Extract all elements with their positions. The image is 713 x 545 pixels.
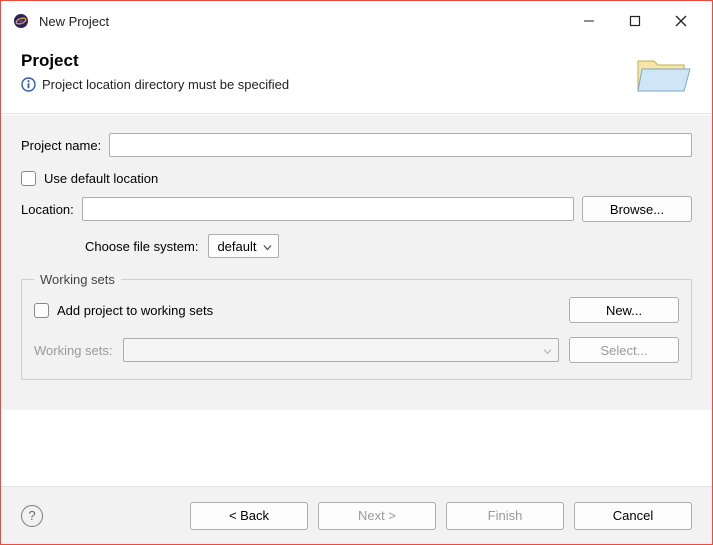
back-button[interactable]: < Back [190,502,308,530]
close-button[interactable] [658,6,704,36]
info-icon [21,77,36,92]
working-sets-label: Working sets: [34,343,113,358]
add-to-working-sets-label: Add project to working sets [57,303,213,318]
browse-button[interactable]: Browse... [582,196,692,222]
help-button[interactable]: ? [21,505,43,527]
project-name-label: Project name: [21,138,101,153]
new-working-set-button[interactable]: New... [569,297,679,323]
choose-fs-select[interactable]: default [208,234,279,258]
banner: Project Project location directory must … [1,41,712,114]
use-default-location-label: Use default location [44,171,158,186]
banner-message: Project location directory must be speci… [42,77,289,92]
window-title: New Project [39,14,109,29]
next-button: Next > [318,502,436,530]
working-sets-group: Working sets Add project to working sets… [21,272,692,380]
maximize-button[interactable] [612,6,658,36]
location-input[interactable] [82,197,574,221]
location-label: Location: [21,202,74,217]
content-area: Project name: Use default location Locat… [1,114,712,410]
finish-button: Finish [446,502,564,530]
cancel-button[interactable]: Cancel [574,502,692,530]
eclipse-icon [13,13,29,29]
choose-fs-value: default [217,239,256,254]
question-icon: ? [28,508,35,523]
working-sets-select [123,338,559,362]
use-default-location-checkbox[interactable] [21,171,36,186]
chevron-down-icon [543,343,552,358]
banner-heading: Project [21,51,624,71]
add-to-working-sets-checkbox[interactable] [34,303,49,318]
button-bar: ? < Back Next > Finish Cancel [1,486,712,544]
choose-fs-label: Choose file system: [85,239,198,254]
titlebar: New Project [1,1,712,41]
select-working-sets-button: Select... [569,337,679,363]
minimize-button[interactable] [566,6,612,36]
folder-icon [634,51,692,97]
working-sets-legend: Working sets [34,272,121,287]
project-name-input[interactable] [109,133,692,157]
chevron-down-icon [263,239,272,254]
